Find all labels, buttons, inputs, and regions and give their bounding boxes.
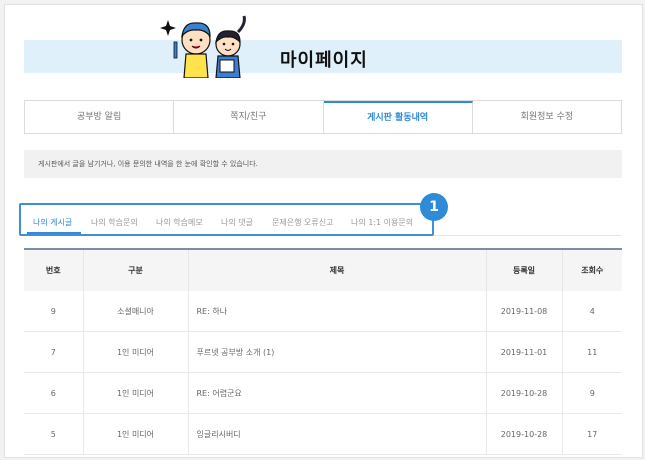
table-header-row: 번호 구분 제목 등록일 조회수 (24, 249, 622, 291)
tab-messages-friends[interactable]: 쪽지/친구 (174, 101, 324, 133)
cell-category: 1인 미디어 (83, 372, 189, 414)
cell-no: 5 (24, 413, 84, 455)
cell-no: 6 (24, 372, 84, 414)
table-row[interactable]: 9 소셜매니아 RE: 하나 2019-11-08 4 (24, 291, 622, 332)
column-header-title: 제목 (188, 249, 487, 291)
cell-views: 9 (562, 372, 622, 414)
table-row[interactable]: 7 1인 미디어 푸르넷 공부방 소개 (1) 2019-11-01 11 (24, 331, 622, 373)
cell-no: 7 (24, 331, 84, 373)
cell-views: 4 (562, 291, 622, 332)
column-header-category: 구분 (83, 249, 189, 291)
cell-category: 소셜매니아 (83, 291, 189, 332)
column-header-views: 조회수 (581, 266, 604, 275)
cell-title-link[interactable]: 잉글리시버디 (188, 413, 487, 455)
cell-date: 2019-10-28 (486, 372, 563, 414)
callout-number-badge: 1 (420, 193, 448, 221)
callout-highlight-box (19, 203, 434, 236)
cell-title-link[interactable]: RE: 하나 (188, 291, 487, 332)
cell-title-link[interactable]: RE: 어렵군요 (188, 372, 487, 414)
tab-board-activity[interactable]: 게시판 활동내역 (323, 101, 473, 133)
cell-date: 2019-10-28 (486, 413, 563, 455)
table-row[interactable]: 6 1인 미디어 RE: 어렵군요 2019-10-28 9 (24, 372, 622, 414)
cell-views: 17 (562, 413, 622, 455)
tab-study-alerts[interactable]: 공부방 알림 (25, 101, 175, 133)
column-header-no: 번호 (24, 249, 84, 291)
kids-illustration (160, 15, 246, 78)
sparkle-icon (160, 20, 176, 36)
column-header-date: 등록일 (486, 249, 563, 291)
main-tabs: 공부방 알림 쪽지/친구 게시판 활동내역 회원정보 수정 (24, 100, 622, 134)
notice-box: 게시판에서 글을 남기거나, 이용 문의한 내역을 한 눈에 확인할 수 있습니… (24, 150, 622, 178)
cell-date: 2019-11-08 (486, 291, 563, 332)
cell-title-link[interactable]: 푸르넷 공부방 소개 (1) (188, 331, 487, 373)
tab-edit-profile[interactable]: 회원정보 수정 (473, 101, 621, 133)
notice-text: 게시판에서 글을 남기거나, 이용 문의한 내역을 한 눈에 확인할 수 있습니… (38, 160, 258, 168)
cell-views: 11 (562, 331, 622, 373)
cell-category: 1인 미디어 (83, 413, 189, 455)
cell-category: 1인 미디어 (83, 331, 189, 373)
page-title: 마이페이지 (280, 50, 368, 71)
cell-no: 9 (24, 291, 84, 332)
cell-date: 2019-11-01 (486, 331, 563, 373)
table-row[interactable]: 5 1인 미디어 잉글리시버디 2019-10-28 17 (24, 413, 622, 455)
posts-table: 번호 구분 제목 등록일 조회수 9 소셜매니아 RE: 하나 2019-11-… (24, 248, 622, 455)
